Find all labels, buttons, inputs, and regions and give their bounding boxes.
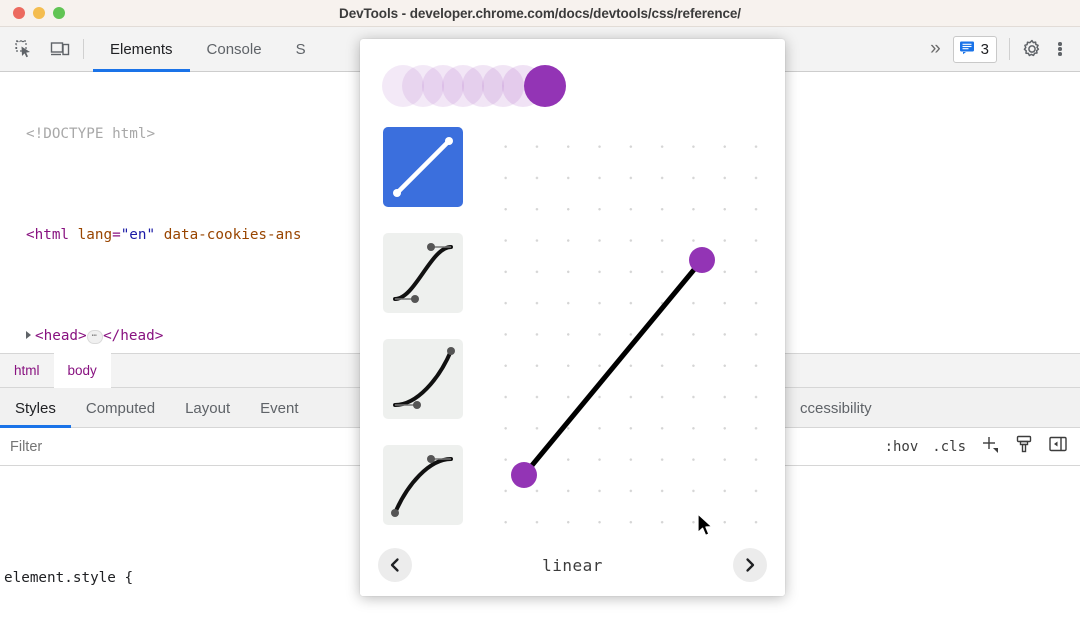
toolbar-right-group: » 3 (916, 35, 1080, 63)
chevron-right-icon[interactable] (732, 548, 767, 582)
doctype-text: <!DOCTYPE html> (26, 126, 156, 143)
tab-accessibility[interactable]: ccessibility (785, 388, 887, 428)
cls-toggle-button[interactable]: .cls (932, 439, 966, 455)
more-tabs-button[interactable]: » (916, 38, 953, 60)
easing-editor-popup[interactable]: linear (360, 39, 785, 596)
window-titlebar: DevTools - developer.chrome.com/docs/dev… (0, 0, 1080, 27)
kebab-menu-icon[interactable] (1046, 35, 1074, 63)
tab-layout[interactable]: Layout (170, 388, 245, 428)
window-title: DevTools - developer.chrome.com/docs/dev… (339, 5, 741, 21)
tab-computed[interactable]: Computed (71, 388, 170, 428)
tab-event-listeners[interactable]: Event (245, 388, 313, 428)
inspect-element-icon[interactable] (10, 35, 38, 63)
plus-icon[interactable] (980, 434, 1000, 459)
tab-sources[interactable]: S (279, 27, 323, 72)
gear-icon[interactable] (1018, 35, 1046, 63)
preset-navigator: linear (360, 534, 785, 596)
control-point-p1 (689, 247, 715, 273)
filter-tools: :hov .cls (885, 434, 1080, 459)
tab-styles[interactable]: Styles (0, 388, 71, 428)
issues-count: 3 (980, 40, 989, 58)
device-toolbar-icon[interactable] (46, 35, 74, 63)
expand-head-arrow[interactable] (26, 331, 31, 339)
collapsed-children-icon[interactable]: ⋯ (86, 330, 104, 344)
easing-preset-list (383, 127, 465, 551)
bezier-curve-canvas[interactable] (482, 127, 764, 557)
preset-linear[interactable] (383, 127, 463, 207)
breadcrumb-item-body[interactable]: body (53, 353, 111, 388)
preset-ease-out[interactable] (383, 445, 463, 525)
control-point-p0 (511, 462, 537, 488)
issues-button[interactable]: 3 (952, 35, 997, 63)
devtools-window: DevTools - developer.chrome.com/docs/dev… (0, 0, 1080, 633)
hov-toggle-button[interactable]: :hov (885, 439, 919, 455)
preview-lead-dot (524, 65, 566, 107)
toolbar-divider-2 (1009, 38, 1010, 60)
breadcrumb-item-html[interactable]: html (0, 353, 54, 388)
issues-message-icon (959, 39, 975, 60)
toolbar-divider (83, 39, 84, 59)
easing-preview-strip (382, 65, 722, 111)
preset-ease-in[interactable] (383, 339, 463, 419)
toggle-sidebar-icon[interactable] (1048, 434, 1068, 459)
tab-console[interactable]: Console (190, 27, 279, 72)
paintbrush-icon[interactable] (1014, 434, 1034, 459)
current-easing-label: linear (542, 555, 603, 575)
preset-ease-in-out[interactable] (383, 233, 463, 313)
chevron-left-icon[interactable] (378, 548, 412, 582)
tab-elements[interactable]: Elements (93, 27, 190, 72)
element-style-selector: element.style { (4, 570, 134, 586)
panel-tabs: Elements Console S (93, 27, 323, 72)
